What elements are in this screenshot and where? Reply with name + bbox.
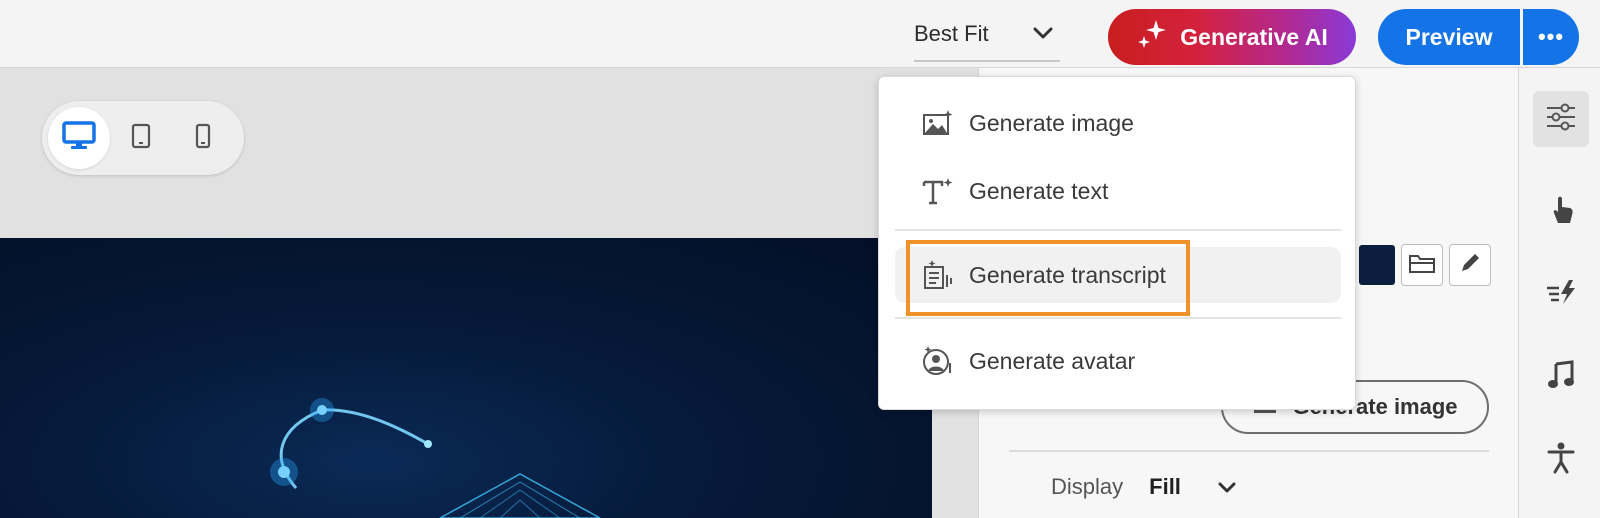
pencil-icon (1458, 251, 1482, 280)
menu-item-label: Generate avatar (969, 347, 1136, 374)
preview-button[interactable]: Preview (1378, 9, 1520, 65)
menu-item-label: Generate image (969, 109, 1134, 136)
more-options-button[interactable]: ••• (1523, 9, 1579, 65)
image-sparkle-icon (921, 106, 955, 140)
zoom-fit-dropdown[interactable]: Best Fit (914, 14, 1060, 62)
menu-divider (895, 317, 1341, 319)
top-toolbar: Best Fit Generative AI Preview ••• (0, 0, 1600, 68)
transcript-sparkle-icon (921, 258, 955, 292)
display-value: Fill (1149, 474, 1181, 499)
menu-item-generate-text[interactable]: Generate text (895, 163, 1341, 219)
chevron-down-icon (1032, 23, 1054, 46)
tablet-view-button[interactable] (110, 107, 172, 169)
chevron-down-icon (1217, 474, 1237, 499)
generative-ai-label: Generative AI (1180, 23, 1328, 50)
browse-folder-button[interactable] (1401, 244, 1443, 286)
desktop-view-button[interactable] (48, 107, 110, 169)
display-label: Display (1051, 474, 1124, 499)
touch-icon (1546, 193, 1576, 230)
effects-rail-button[interactable] (1533, 266, 1589, 322)
device-preview-toggle (42, 101, 244, 175)
generative-ai-button[interactable]: Generative AI (1108, 9, 1356, 65)
display-dropdown[interactable]: Fill (1149, 474, 1237, 500)
music-icon (1547, 359, 1575, 395)
canvas-background-image (270, 398, 601, 518)
display-setting: Display Fill (1051, 474, 1237, 500)
mobile-view-button[interactable] (172, 107, 234, 169)
slide-canvas[interactable] (0, 238, 932, 518)
sliders-icon (1545, 103, 1577, 136)
right-tool-rail (1518, 68, 1600, 518)
mobile-icon (195, 123, 211, 154)
text-sparkle-icon (921, 174, 955, 208)
menu-item-generate-avatar[interactable]: Generate avatar (895, 333, 1341, 389)
folder-icon (1408, 252, 1436, 279)
panel-divider (1009, 450, 1489, 452)
desktop-icon (62, 120, 96, 156)
menu-item-generate-transcript[interactable]: Generate transcript (895, 247, 1341, 303)
edit-image-button[interactable] (1449, 244, 1491, 286)
accessibility-rail-button[interactable] (1533, 432, 1589, 488)
tablet-icon (131, 123, 151, 154)
menu-item-generate-image[interactable]: Generate image (895, 95, 1341, 151)
avatar-sparkle-icon (921, 344, 955, 378)
interactions-rail-button[interactable] (1533, 183, 1589, 239)
background-image-controls (1359, 244, 1491, 286)
menu-item-label: Generate text (969, 177, 1109, 204)
lightning-icon (1545, 278, 1577, 311)
menu-divider (895, 229, 1341, 231)
accessibility-icon (1547, 442, 1575, 479)
generative-ai-menu: Generate image Generate text Generate tr… (878, 76, 1356, 410)
properties-rail-button[interactable] (1533, 91, 1589, 147)
image-thumbnail[interactable] (1359, 245, 1395, 285)
audio-rail-button[interactable] (1533, 349, 1589, 405)
menu-item-label: Generate transcript (969, 261, 1166, 288)
sparkle-icon (1136, 18, 1168, 56)
zoom-fit-value: Best Fit (914, 21, 989, 46)
